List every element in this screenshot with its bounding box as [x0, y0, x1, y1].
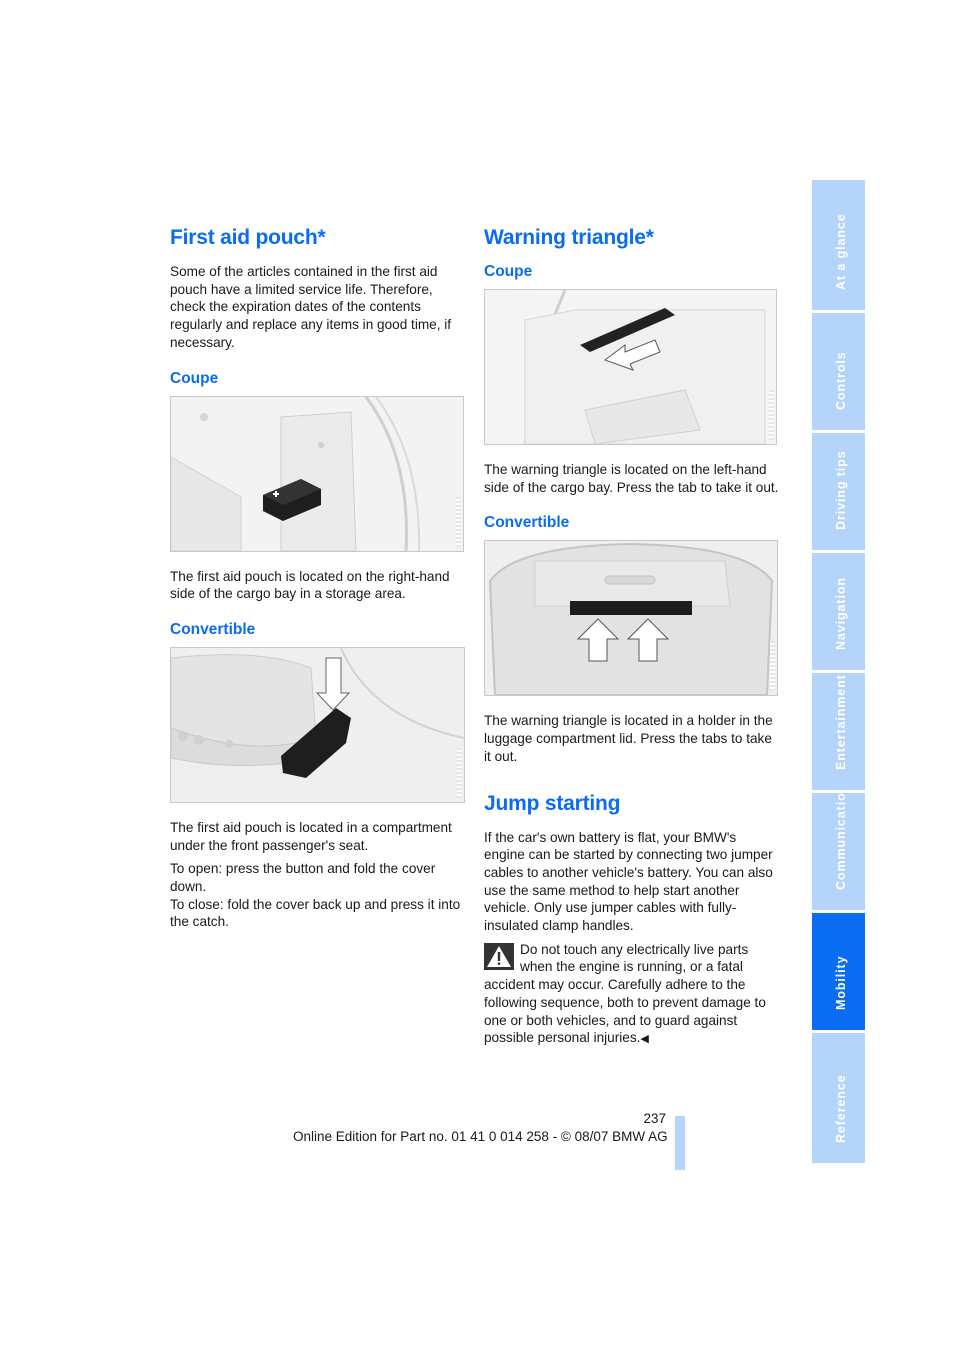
figure-code: [770, 641, 775, 692]
section-title-jump-starting: Jump starting: [484, 791, 621, 815]
end-mark-icon: ◀: [640, 1033, 649, 1046]
first-aid-open-instruction: To open: press the button and fold the c…: [170, 861, 436, 895]
figure-warning-triangle-convertible: [484, 540, 778, 697]
warning-text: Do not touch any electrically live parts…: [484, 941, 766, 1046]
triangle-holder-illustration: [570, 601, 692, 616]
figure-code: [457, 747, 462, 798]
tab-navigation[interactable]: Navigation: [812, 553, 865, 670]
figure-first-aid-convertible: [170, 646, 465, 803]
subheading-coupe-warning: Coupe: [484, 263, 533, 280]
first-aid-convertible-caption: The first aid pouch is located in a comp…: [170, 819, 452, 853]
tab-mobility[interactable]: Mobility: [812, 913, 865, 1030]
warning-convertible-caption: The warning triangle is located in a hol…: [484, 713, 773, 764]
tab-at-a-glance[interactable]: At a glance: [812, 180, 865, 310]
figure-first-aid-coupe: [170, 395, 464, 552]
footer-bar: [675, 1116, 685, 1170]
right-column: Warning triangle* Coupe The warning tria…: [484, 226, 779, 1049]
section-title-first-aid: First aid pouch*: [170, 226, 326, 249]
first-aid-close-instruction: To close: fold the cover back up and pre…: [170, 896, 461, 930]
figure-code: [456, 496, 461, 547]
first-aid-intro: Some of the articles contained in the fi…: [170, 264, 452, 350]
subheading-convertible-warning: Convertible: [484, 514, 570, 532]
footer-edition: Online Edition for Part no. 01 41 0 014 …: [293, 1129, 668, 1144]
left-column: First aid pouch* Some of the articles co…: [170, 226, 465, 937]
first-aid-coupe-caption: The first aid pouch is located on the ri…: [170, 568, 450, 602]
warning-icon: [484, 942, 514, 970]
tab-communications[interactable]: Communications: [812, 793, 865, 910]
tab-reference[interactable]: Reference: [812, 1033, 865, 1163]
warning-coupe-caption: The warning triangle is located on the l…: [484, 462, 779, 495]
figure-warning-triangle-coupe: [484, 289, 777, 445]
subheading-convertible-first-aid: Convertible: [170, 620, 256, 638]
tab-controls[interactable]: Controls: [812, 313, 865, 430]
tab-entertainment[interactable]: Entertainment: [812, 673, 865, 790]
tab-driving-tips[interactable]: Driving tips: [812, 433, 865, 550]
jump-starting-warning: Do not touch any electrically live parts…: [484, 941, 779, 1049]
jump-starting-body: If the car's own battery is flat, your B…: [484, 829, 773, 934]
subheading-coupe-first-aid: Coupe: [170, 369, 219, 387]
figure-code: [769, 390, 774, 440]
section-title-warning-triangle: Warning triangle*: [484, 226, 654, 249]
chapter-tabs: At a glance Controls Driving tips Naviga…: [812, 180, 865, 1166]
page-number: 237: [643, 1111, 666, 1126]
